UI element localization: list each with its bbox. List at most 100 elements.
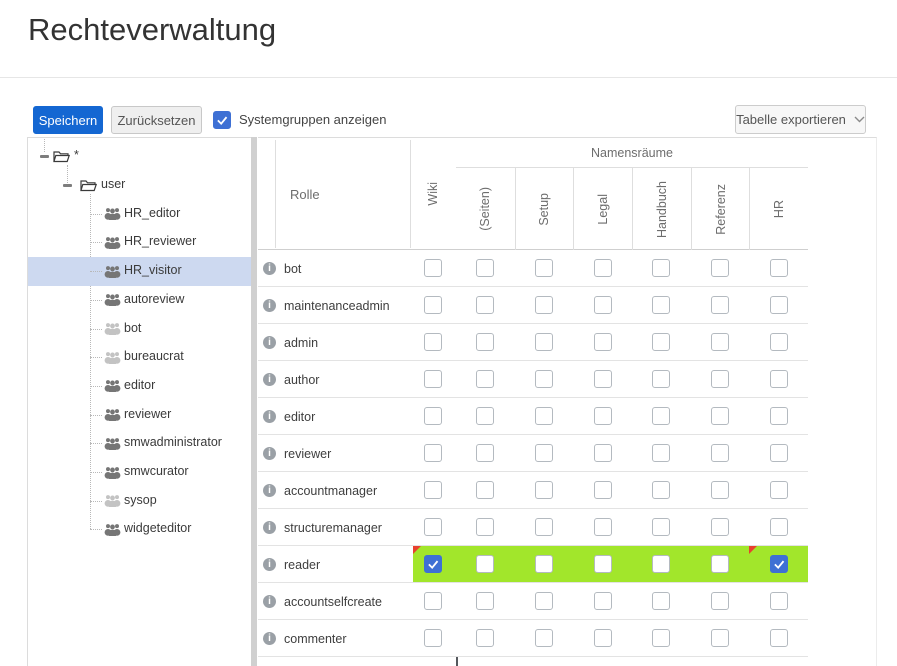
tree-node-sysop[interactable]: sysop (28, 486, 251, 515)
permission-checkbox-editor-wiki[interactable] (424, 407, 442, 425)
permission-checkbox-structuremanager-seiten[interactable] (476, 518, 494, 536)
info-icon[interactable] (263, 373, 276, 386)
export-table-button[interactable]: Tabelle exportieren (735, 105, 866, 134)
permission-checkbox-accountmanager-referenz[interactable] (711, 481, 729, 499)
info-icon[interactable] (263, 632, 276, 645)
permission-checkbox-accountmanager-handbuch[interactable] (652, 481, 670, 499)
permission-checkbox-admin-setup[interactable] (535, 333, 553, 351)
permission-checkbox-admin-wiki[interactable] (424, 333, 442, 351)
collapse-handle-icon[interactable] (63, 184, 72, 187)
permission-checkbox-bot-legal[interactable] (594, 259, 612, 277)
tree-node-reviewer[interactable]: reviewer (28, 400, 251, 429)
permission-checkbox-structuremanager-legal[interactable] (594, 518, 612, 536)
permission-checkbox-author-hr[interactable] (770, 370, 788, 388)
tree-node-hr_reviewer[interactable]: HR_reviewer (28, 228, 251, 257)
save-button[interactable]: Speichern (33, 106, 103, 134)
permission-checkbox-accountselfcreate-legal[interactable] (594, 592, 612, 610)
tree-node-user[interactable]: user (28, 171, 251, 200)
permission-checkbox-admin-hr[interactable] (770, 333, 788, 351)
permission-checkbox-editor-seiten[interactable] (476, 407, 494, 425)
permission-checkbox-maintenanceadmin-referenz[interactable] (711, 296, 729, 314)
info-icon[interactable] (263, 336, 276, 349)
permission-checkbox-accountselfcreate-setup[interactable] (535, 592, 553, 610)
info-icon[interactable] (263, 410, 276, 423)
permission-checkbox-reader-seiten[interactable] (476, 555, 494, 573)
permission-checkbox-commenter-seiten[interactable] (476, 629, 494, 647)
permission-checkbox-accountmanager-hr[interactable] (770, 481, 788, 499)
permission-checkbox-maintenanceadmin-legal[interactable] (594, 296, 612, 314)
permission-checkbox-author-seiten[interactable] (476, 370, 494, 388)
permission-checkbox-maintenanceadmin-wiki[interactable] (424, 296, 442, 314)
permission-checkbox-editor-referenz[interactable] (711, 407, 729, 425)
permission-checkbox-reviewer-referenz[interactable] (711, 444, 729, 462)
tree-node-smwadministrator[interactable]: smwadministrator (28, 429, 251, 458)
permission-checkbox-commenter-handbuch[interactable] (652, 629, 670, 647)
tree-node-autoreview[interactable]: autoreview (28, 286, 251, 315)
permission-checkbox-accountselfcreate-hr[interactable] (770, 592, 788, 610)
tree-node-[interactable]: * (28, 142, 251, 171)
permission-checkbox-author-wiki[interactable] (424, 370, 442, 388)
permission-checkbox-author-handbuch[interactable] (652, 370, 670, 388)
permission-checkbox-accountselfcreate-seiten[interactable] (476, 592, 494, 610)
permission-checkbox-editor-setup[interactable] (535, 407, 553, 425)
permission-checkbox-structuremanager-wiki[interactable] (424, 518, 442, 536)
permission-checkbox-reader-handbuch[interactable] (652, 555, 670, 573)
permission-checkbox-bot-hr[interactable] (770, 259, 788, 277)
tree-node-editor[interactable]: editor (28, 372, 251, 401)
permission-checkbox-admin-seiten[interactable] (476, 333, 494, 351)
info-icon[interactable] (263, 447, 276, 460)
info-icon[interactable] (263, 262, 276, 275)
permission-checkbox-accountselfcreate-referenz[interactable] (711, 592, 729, 610)
permission-checkbox-structuremanager-hr[interactable] (770, 518, 788, 536)
reset-button[interactable]: Zurücksetzen (111, 106, 202, 134)
permission-checkbox-accountmanager-legal[interactable] (594, 481, 612, 499)
permission-checkbox-maintenanceadmin-seiten[interactable] (476, 296, 494, 314)
permission-checkbox-bot-seiten[interactable] (476, 259, 494, 277)
systemgroups-checkbox[interactable] (213, 111, 231, 129)
permission-checkbox-author-legal[interactable] (594, 370, 612, 388)
permission-checkbox-accountselfcreate-handbuch[interactable] (652, 592, 670, 610)
permission-checkbox-admin-referenz[interactable] (711, 333, 729, 351)
permission-checkbox-maintenanceadmin-setup[interactable] (535, 296, 553, 314)
permission-checkbox-reviewer-hr[interactable] (770, 444, 788, 462)
permission-checkbox-commenter-referenz[interactable] (711, 629, 729, 647)
tree-node-bot[interactable]: bot (28, 314, 251, 343)
permission-checkbox-editor-hr[interactable] (770, 407, 788, 425)
permission-checkbox-reader-legal[interactable] (594, 555, 612, 573)
info-icon[interactable] (263, 299, 276, 312)
permission-checkbox-reviewer-wiki[interactable] (424, 444, 442, 462)
permission-checkbox-commenter-hr[interactable] (770, 629, 788, 647)
permission-checkbox-editor-handbuch[interactable] (652, 407, 670, 425)
panel-splitter[interactable] (251, 137, 257, 666)
permission-checkbox-accountmanager-wiki[interactable] (424, 481, 442, 499)
permission-checkbox-commenter-legal[interactable] (594, 629, 612, 647)
info-icon[interactable] (263, 595, 276, 608)
permission-checkbox-structuremanager-setup[interactable] (535, 518, 553, 536)
permission-checkbox-bot-setup[interactable] (535, 259, 553, 277)
info-icon[interactable] (263, 521, 276, 534)
tree-node-hr_editor[interactable]: HR_editor (28, 199, 251, 228)
permission-checkbox-author-referenz[interactable] (711, 370, 729, 388)
permission-checkbox-bot-handbuch[interactable] (652, 259, 670, 277)
tree-node-widgeteditor[interactable]: widgeteditor (28, 515, 251, 544)
permission-checkbox-reader-setup[interactable] (535, 555, 553, 573)
permission-checkbox-structuremanager-handbuch[interactable] (652, 518, 670, 536)
tree-node-smwcurator[interactable]: smwcurator (28, 458, 251, 487)
permission-checkbox-reader-hr[interactable] (770, 555, 788, 573)
tree-node-hr_visitor[interactable]: HR_visitor (28, 257, 251, 286)
permission-checkbox-editor-legal[interactable] (594, 407, 612, 425)
permission-checkbox-structuremanager-referenz[interactable] (711, 518, 729, 536)
permission-checkbox-reader-wiki[interactable] (424, 555, 442, 573)
permission-checkbox-accountmanager-setup[interactable] (535, 481, 553, 499)
permission-checkbox-admin-handbuch[interactable] (652, 333, 670, 351)
permission-checkbox-accountselfcreate-wiki[interactable] (424, 592, 442, 610)
permission-checkbox-author-setup[interactable] (535, 370, 553, 388)
collapse-handle-icon[interactable] (40, 155, 49, 158)
permission-checkbox-reader-referenz[interactable] (711, 555, 729, 573)
permission-checkbox-admin-legal[interactable] (594, 333, 612, 351)
permission-checkbox-bot-wiki[interactable] (424, 259, 442, 277)
permission-checkbox-reviewer-legal[interactable] (594, 444, 612, 462)
permission-checkbox-maintenanceadmin-handbuch[interactable] (652, 296, 670, 314)
permission-checkbox-commenter-setup[interactable] (535, 629, 553, 647)
tree-node-bureaucrat[interactable]: bureaucrat (28, 343, 251, 372)
